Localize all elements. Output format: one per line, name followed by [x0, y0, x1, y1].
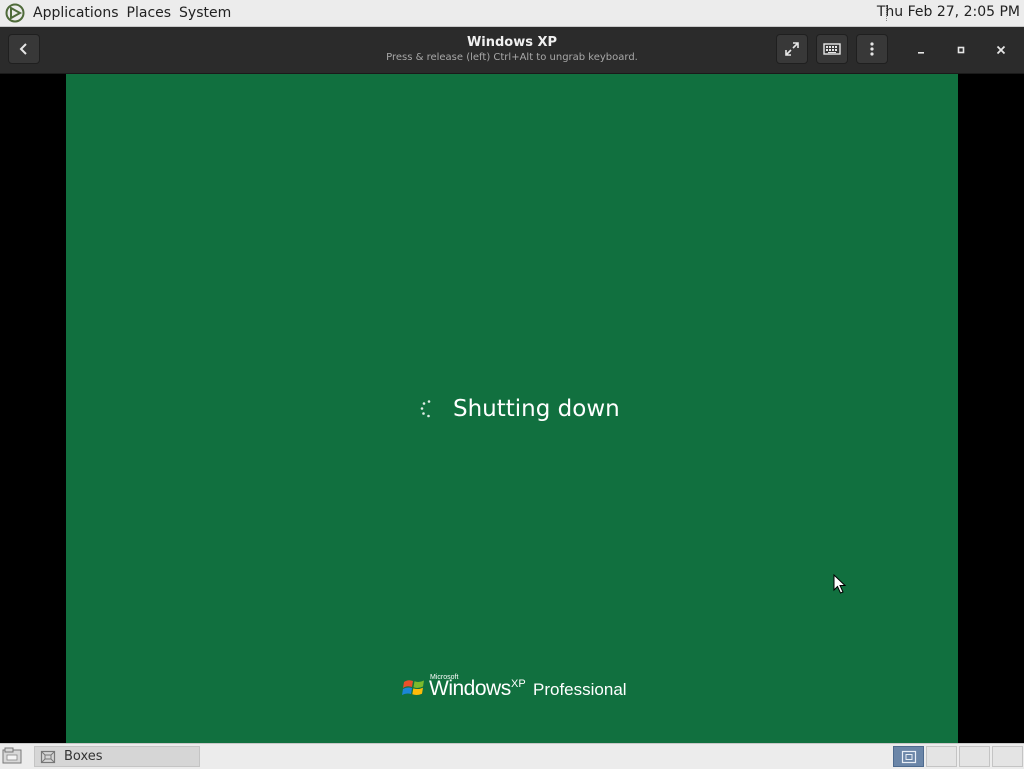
system-menu[interactable]: System — [175, 5, 235, 21]
keyboard-icon — [823, 43, 841, 55]
minimize-button[interactable] — [911, 40, 931, 60]
clock[interactable]: Thu Feb 27, 2:05 PM — [877, 4, 1020, 20]
windows-wordmark: Windows — [429, 677, 511, 700]
windows-flag-icon — [402, 680, 424, 696]
mouse-pointer-icon — [833, 574, 847, 594]
fullscreen-button[interactable] — [776, 34, 808, 64]
windows-xp-logo: Microsoft Windows XP Professional — [402, 674, 662, 706]
workspace-4[interactable] — [992, 746, 1023, 767]
window-headerbar: Windows XP Press & release (left) Ctrl+A… — [0, 27, 1024, 74]
workspace-2[interactable] — [926, 746, 957, 767]
boxes-app-icon — [40, 750, 56, 763]
back-arrow-icon — [19, 43, 27, 55]
maximize-button[interactable] — [951, 40, 971, 60]
workspace-1[interactable] — [893, 746, 924, 767]
close-icon — [996, 45, 1006, 55]
vm-display[interactable]: Shutting down Microsoft Windows XP Profe… — [66, 74, 958, 743]
close-button[interactable] — [991, 40, 1011, 60]
window-subtitle: Press & release (left) Ctrl+Alt to ungra… — [386, 52, 638, 63]
keyboard-button[interactable] — [816, 34, 848, 64]
places-menu[interactable]: Places — [123, 5, 176, 21]
xp-wordmark: XP — [511, 678, 526, 690]
top-panel: Applications Places System Thu Feb 27, 2… — [0, 0, 1024, 27]
distro-logo-icon[interactable] — [5, 3, 25, 23]
back-button[interactable] — [8, 34, 40, 64]
maximize-icon — [957, 46, 965, 54]
show-desktop-icon[interactable] — [2, 747, 24, 765]
edition-label: Professional — [533, 680, 627, 699]
taskbar-item-boxes[interactable]: Boxes — [34, 746, 200, 767]
bottom-panel: Boxes — [0, 743, 1024, 769]
workspace-3[interactable] — [959, 746, 990, 767]
shutdown-status: Shutting down — [453, 396, 620, 422]
menu-button[interactable] — [856, 34, 888, 64]
loading-spinner-icon — [420, 400, 431, 418]
minimize-icon — [918, 52, 924, 54]
window-thumbnail-icon — [901, 750, 916, 763]
applications-menu[interactable]: Applications — [29, 5, 123, 21]
fullscreen-icon — [785, 42, 799, 56]
window-title: Windows XP — [466, 35, 558, 50]
kebab-menu-icon — [870, 42, 874, 56]
taskbar-item-label: Boxes — [64, 749, 103, 764]
